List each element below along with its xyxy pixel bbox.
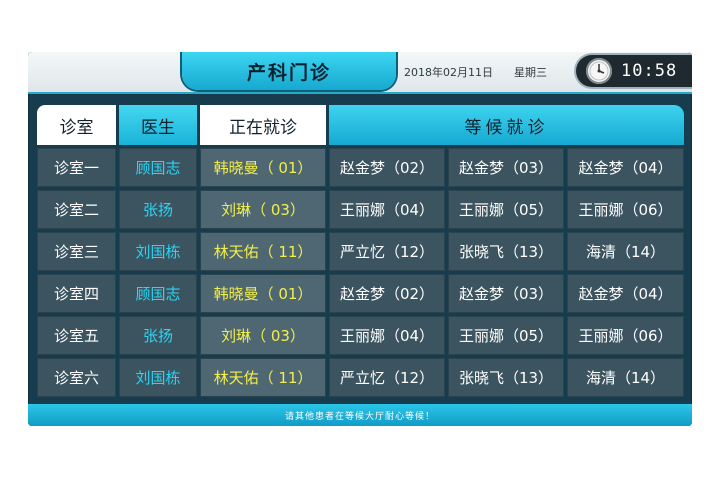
top-bar: 产科门诊 2018年02月11日 星期三 10:58	[28, 52, 692, 94]
waiting-patient-cell: 赵金梦（04）	[567, 274, 684, 313]
waiting-patient-cell: 赵金梦（02）	[329, 274, 445, 313]
doctor-cell: 刘国栋	[119, 232, 197, 271]
waiting-patient-cell: 王丽娜（04）	[329, 316, 445, 355]
waiting-patient-cell: 王丽娜（06）	[567, 190, 684, 229]
waiting-patient-cell: 赵金梦（03）	[448, 274, 564, 313]
department-title: 产科门诊	[182, 52, 396, 90]
room-cell: 诊室六	[37, 358, 116, 397]
weekday-text: 星期三	[514, 66, 547, 79]
current-patient-cell: 韩晓曼（ 01）	[200, 148, 326, 187]
column-header-doctor: 医生	[119, 105, 197, 145]
waiting-patient-cell: 王丽娜（06）	[567, 316, 684, 355]
waiting-patient-cell: 张晓飞（13）	[448, 232, 564, 271]
waiting-patient-cell: 张晓飞（13）	[448, 358, 564, 397]
doctor-cell: 张扬	[119, 190, 197, 229]
table-row: 诊室四 顾国志 韩晓曼（ 01） 赵金梦（02） 赵金梦（03） 赵金梦（04）	[37, 274, 684, 313]
waiting-patient-cell: 王丽娜（05）	[448, 190, 564, 229]
room-cell: 诊室三	[37, 232, 116, 271]
waiting-patient-cell: 严立忆（12）	[329, 358, 445, 397]
room-cell: 诊室二	[37, 190, 116, 229]
table-row: 诊室二 张扬 刘琳（ 03） 王丽娜（04） 王丽娜（05） 王丽娜（06）	[37, 190, 684, 229]
clock-icon	[586, 58, 612, 84]
waiting-patient-cell: 赵金梦（04）	[567, 148, 684, 187]
current-patient-cell: 刘琳（ 03）	[200, 190, 326, 229]
time-display: 10:58	[621, 61, 678, 81]
current-patient-cell: 刘琳（ 03）	[200, 316, 326, 355]
waiting-patient-cell: 海清（14）	[567, 358, 684, 397]
current-patient-cell: 林天佑（ 11）	[200, 232, 326, 271]
doctor-cell: 刘国栋	[119, 358, 197, 397]
waiting-patient-cell: 赵金梦（02）	[329, 148, 445, 187]
waiting-patient-cell: 严立忆（12）	[329, 232, 445, 271]
table-row: 诊室六 刘国栋 林天佑（ 11） 严立忆（12） 张晓飞（13） 海清（14）	[37, 358, 684, 397]
date-text: 2018年02月11日	[404, 66, 493, 79]
current-patient-cell: 林天佑（ 11）	[200, 358, 326, 397]
waiting-patient-cell: 海清（14）	[567, 232, 684, 271]
column-header-current: 正在就诊	[200, 105, 326, 145]
waiting-patient-cell: 王丽娜（04）	[329, 190, 445, 229]
column-header-waiting: 等候就诊	[329, 105, 684, 145]
table-row: 诊室一 顾国志 韩晓曼（ 01） 赵金梦（02） 赵金梦（03） 赵金梦（04）	[37, 148, 684, 187]
notice-bar: 请其他患者在等候大厅耐心等候！	[28, 404, 692, 426]
current-patient-cell: 韩晓曼（ 01）	[200, 274, 326, 313]
clock-widget: 10:58	[576, 55, 692, 87]
room-cell: 诊室一	[37, 148, 116, 187]
table-row: 诊室三 刘国栋 林天佑（ 11） 严立忆（12） 张晓飞（13） 海清（14）	[37, 232, 684, 271]
waiting-patient-cell: 王丽娜（05）	[448, 316, 564, 355]
room-cell: 诊室五	[37, 316, 116, 355]
doctor-cell: 顾国志	[119, 274, 197, 313]
column-header-room: 诊室	[37, 105, 116, 145]
room-cell: 诊室四	[37, 274, 116, 313]
queue-display-panel: 产科门诊 2018年02月11日 星期三 10:58 诊室 医生 正在就诊 等候…	[28, 52, 692, 426]
doctor-cell: 顾国志	[119, 148, 197, 187]
doctor-cell: 张扬	[119, 316, 197, 355]
table-row: 诊室五 张扬 刘琳（ 03） 王丽娜（04） 王丽娜（05） 王丽娜（06）	[37, 316, 684, 355]
waiting-patient-cell: 赵金梦（03）	[448, 148, 564, 187]
